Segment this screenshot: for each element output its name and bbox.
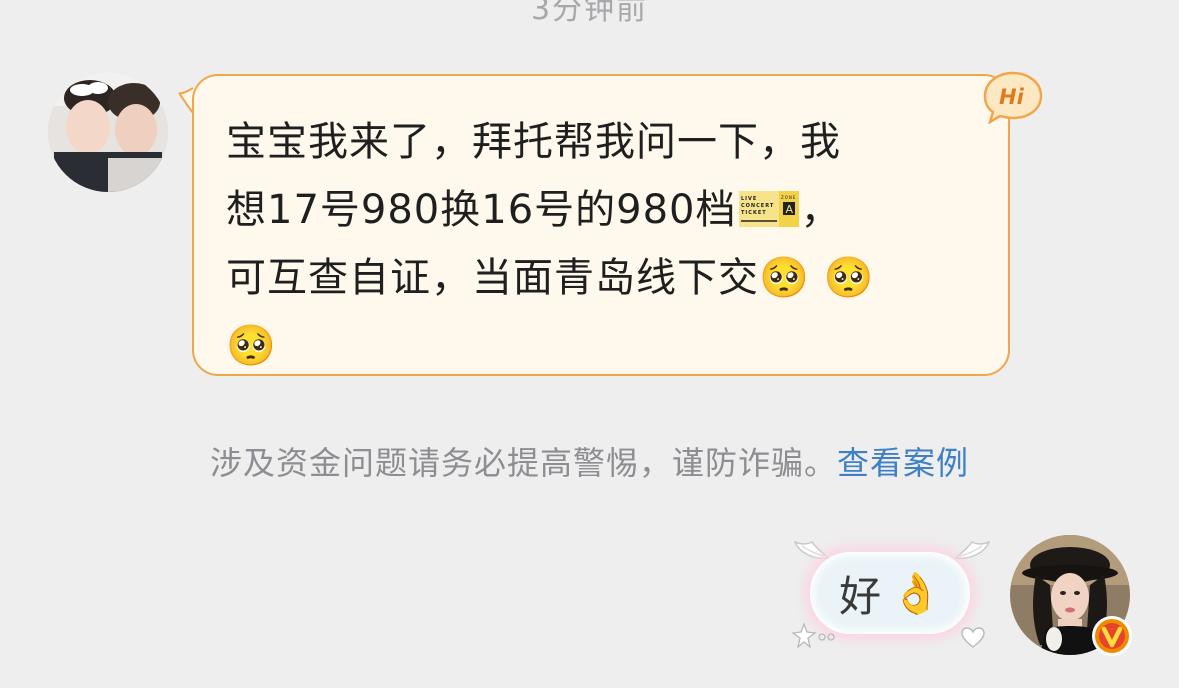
fraud-warning-notice: 涉及资金问题请务必提高警惕，谨防诈骗。查看案例 — [0, 438, 1179, 484]
pleading-face-emoji-3: 🥺 — [226, 323, 277, 369]
angel-wing-right-icon — [954, 540, 991, 560]
fraud-warning-text: 涉及资金问题请务必提高警惕，谨防诈骗。 — [209, 444, 837, 482]
concert-ticket-icon: LIVE CONCERT TICKET ZONE A — [738, 191, 799, 227]
incoming-message-bubble[interactable]: 宝宝我来了，拜托帮我问一下，我 想17号980换16号的980档 LIVE CO… — [192, 74, 1010, 376]
ticket-zone-letter: A — [785, 203, 794, 216]
chat-screen: 3分钟前 宝宝我来了，拜托帮我问一下，我 想17号980换16号的980档 LI… — [0, 0, 1179, 688]
message-line-3: 可互查自证，当面青岛线下交🥺 🥺 — [226, 244, 978, 312]
ticket-ticket-label: TICKET — [741, 210, 767, 216]
hi-badge-label: Hi — [999, 85, 1025, 109]
sender-avatar[interactable] — [48, 72, 168, 192]
heart-decoration-icon — [961, 627, 985, 648]
sender-avatar-image — [48, 72, 168, 192]
outgoing-message-text: 好 — [839, 571, 882, 621]
message-line-3-text: 可互查自证，当面青岛线下交 — [226, 255, 759, 301]
ticket-live-label: LIVE — [741, 196, 757, 202]
message-line-2: 想17号980换16号的980档 LIVE CONCERT TICKET ZON… — [226, 176, 978, 244]
message-timestamp: 3分钟前 — [530, 0, 649, 27]
ok-hand-emoji: 👌 — [891, 570, 941, 617]
message-line-1: 宝宝我来了，拜托帮我问一下，我 — [226, 119, 841, 165]
pleading-face-emoji-2: 🥺 — [823, 255, 875, 301]
view-cases-link[interactable]: 查看案例 — [837, 444, 969, 482]
message-line-2-comma: ， — [800, 187, 842, 233]
ticket-concert-label: CONCERT — [741, 203, 774, 209]
message-line-4: 🥺 — [226, 312, 978, 380]
message-line-2-text: 想17号980换16号的980档 — [226, 187, 737, 233]
ticket-zone-label: ZONE — [781, 195, 796, 200]
outgoing-message-bubble-wrapper: 好 👌 — [792, 530, 992, 655]
hi-badge-icon: Hi — [983, 71, 1043, 124]
verified-v-badge-icon — [1092, 616, 1132, 656]
pleading-face-emoji-1: 🥺 — [759, 255, 810, 301]
sparkle-decoration-icon — [792, 622, 835, 649]
incoming-message-text: 宝宝我来了，拜托帮我问一下，我 想17号980换16号的980档 LIVE CO… — [226, 108, 978, 380]
